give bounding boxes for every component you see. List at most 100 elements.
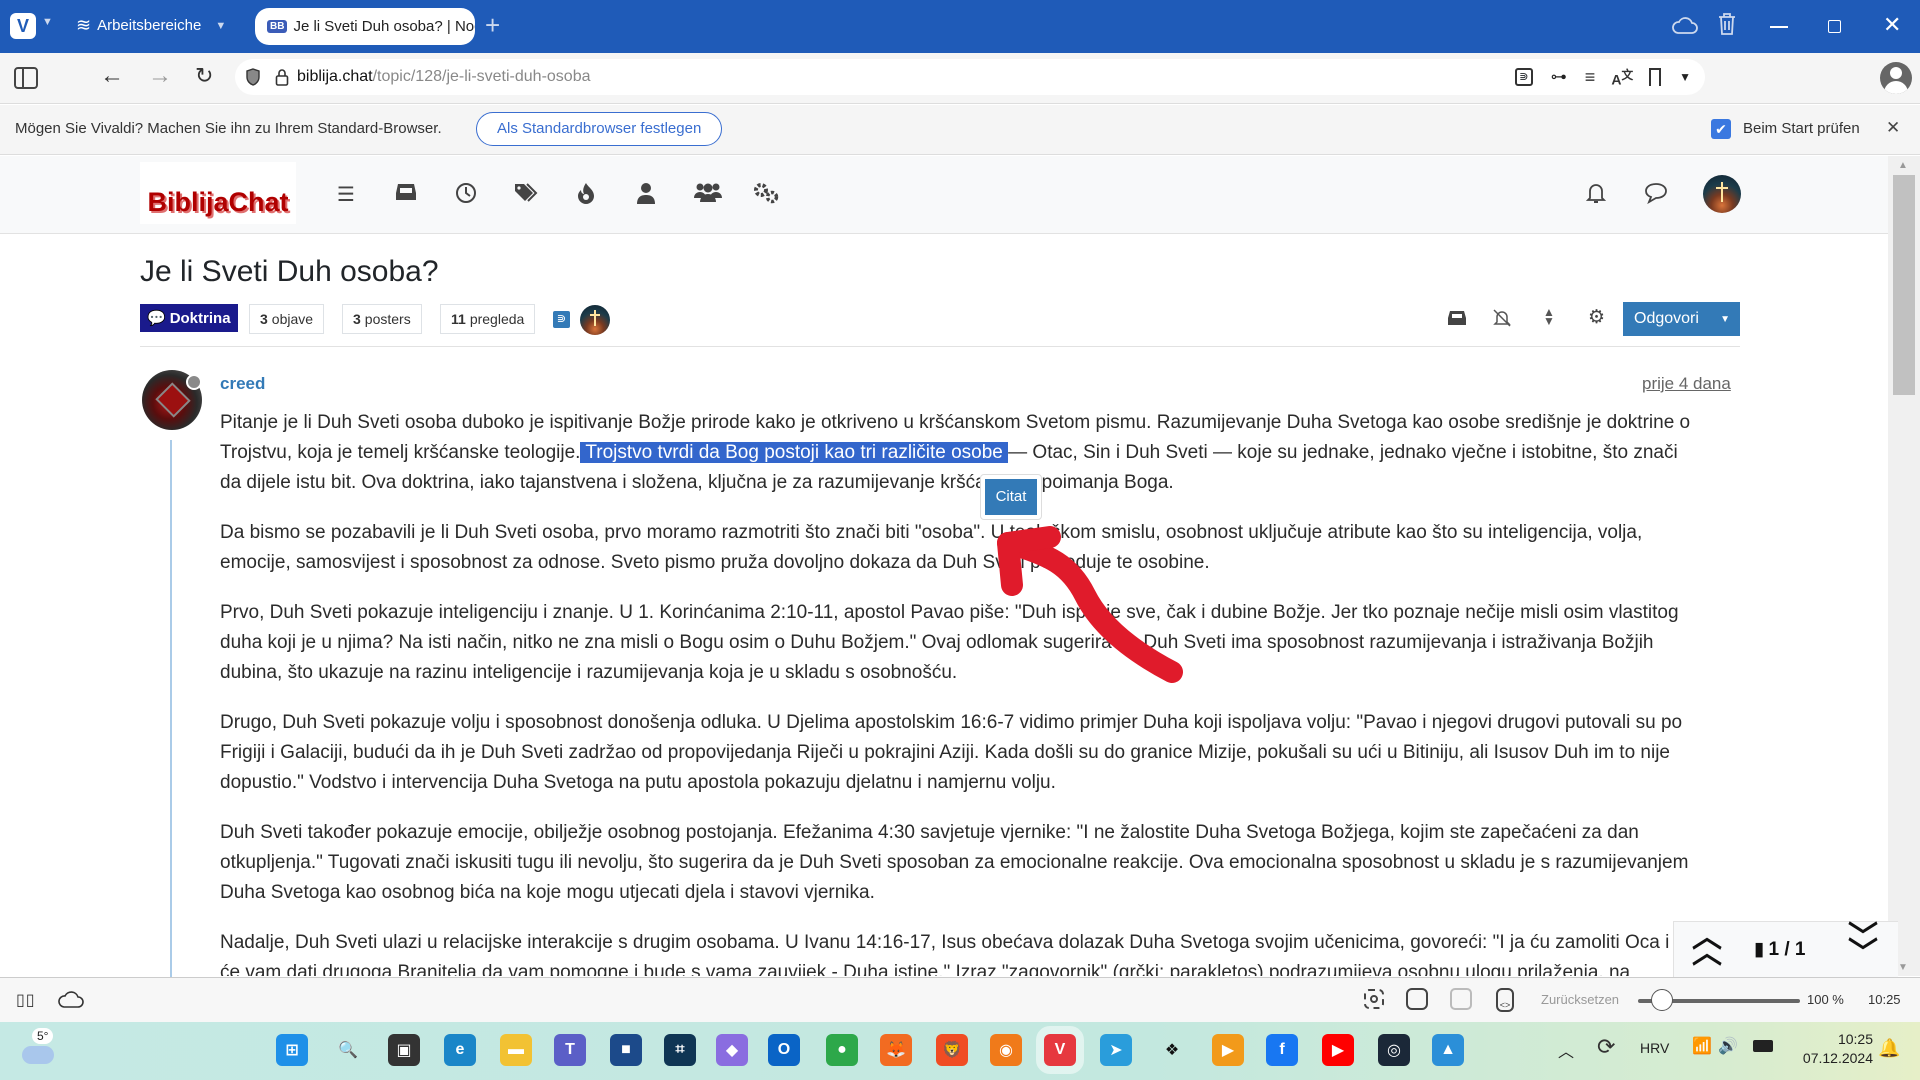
back-arrow-icon[interactable]: ← [100, 62, 124, 90]
category-badge[interactable]: 💬 Doktrina [140, 304, 238, 332]
rss-feed-icon[interactable]: ⋑ [1514, 68, 1533, 86]
post-paragraph-5: Duh Sveti također pokazuje emocije, obil… [220, 818, 1760, 908]
author-username-link[interactable]: creed [220, 374, 265, 394]
bookmark-icon[interactable] [1649, 68, 1662, 86]
capture-icon[interactable] [1364, 989, 1384, 1009]
tray-overflow-chevron-icon[interactable]: ︿ [1558, 1038, 1574, 1062]
taskbar-start-icon[interactable]: ⊞ [276, 1034, 308, 1066]
trash-icon[interactable] [1717, 12, 1737, 36]
weather-widget[interactable]: 5° [22, 1028, 62, 1068]
reload-icon[interactable]: ↻ [195, 63, 213, 89]
set-default-browser-button[interactable]: Als Standardbrowser festlegen [476, 112, 723, 146]
topic-poster-avatar[interactable] [580, 305, 610, 335]
shield-icon[interactable] [245, 68, 261, 86]
p5-line-2: otkupljenja." Tugovati znači iskusiti tu… [220, 852, 1689, 873]
vivaldi-menu-chevron-icon[interactable]: ▼ [42, 16, 53, 28]
taskbar-teams-icon[interactable]: T [554, 1034, 586, 1066]
forward-arrow-icon[interactable]: → [148, 62, 172, 90]
zoom-reset-button[interactable]: Zurücksetzen [1541, 992, 1619, 1007]
sort-icon[interactable]: ▲ ▼ [1543, 306, 1555, 327]
scroll-to-top-icon[interactable]: ︿ ︿ [1692, 923, 1722, 969]
reply-label: Odgovori [1634, 310, 1699, 327]
active-tab[interactable]: BB Je li Sveti Duh osoba? | Noc [255, 8, 475, 45]
reply-dropdown-icon[interactable]: ▼ [1720, 314, 1730, 325]
tags-icon[interactable] [513, 182, 539, 208]
lock-icon[interactable] [275, 68, 289, 86]
list-icon[interactable]: ☰ [333, 182, 359, 208]
taskbar-dropbox-icon[interactable]: ❖ [1156, 1034, 1188, 1066]
user-avatar[interactable] [1703, 175, 1741, 213]
page-actions-icon[interactable]: <> [1496, 988, 1514, 1012]
taskbar-firefox-icon[interactable]: 🦊 [880, 1034, 912, 1066]
scrollbar-thumb[interactable] [1893, 175, 1915, 395]
onedrive-sync-icon[interactable]: ⟳ [1597, 1034, 1615, 1060]
check-on-start-checkbox[interactable]: ✔ [1711, 119, 1731, 139]
taskbar-youtube-icon[interactable]: ▶ [1322, 1034, 1354, 1066]
taskbar-outlook-icon[interactable]: O [768, 1034, 800, 1066]
topic-settings-gear-icon[interactable]: ⚙ [1588, 306, 1605, 329]
inbox-icon[interactable] [393, 182, 419, 208]
panel-tiling-icon[interactable]: ▯▯ [16, 990, 36, 1010]
user-icon[interactable] [633, 182, 659, 208]
close-window-button[interactable]: ✕ [1883, 12, 1901, 38]
dropdown-icon[interactable]: ▼ [1679, 70, 1691, 84]
taskbar-copilot-icon[interactable]: ◆ [716, 1034, 748, 1066]
reader-view-icon[interactable]: ≡ [1585, 67, 1596, 88]
sync-status-cloud-icon[interactable] [58, 988, 84, 1015]
profile-avatar-icon[interactable] [1880, 62, 1912, 94]
taskbar-avast-icon[interactable]: ◉ [990, 1034, 1022, 1066]
taskbar-file-explorer-icon[interactable]: ▬ [500, 1034, 532, 1066]
zoom-slider-handle[interactable] [1651, 989, 1674, 1011]
notifications-off-icon[interactable] [1493, 309, 1511, 332]
taskbar-photos-icon[interactable]: ▲ [1432, 1034, 1464, 1066]
scroll-to-bottom-icon[interactable]: ﹀ ﹀ [1848, 923, 1878, 969]
new-tab-button[interactable]: + [485, 10, 500, 41]
site-logo[interactable]: BiblijaChat [140, 162, 296, 224]
bell-icon[interactable] [1583, 182, 1609, 208]
topic-rss-icon[interactable]: ⋑ [553, 311, 570, 328]
watch-inbox-icon[interactable] [1448, 310, 1466, 331]
wifi-icon[interactable]: 📶 [1692, 1036, 1712, 1056]
taskbar-app-9-icon[interactable]: ⌗ [664, 1034, 696, 1066]
minimize-button[interactable] [1770, 26, 1788, 28]
chat-icon[interactable] [1643, 182, 1669, 208]
taskbar-edge-icon[interactable]: e [444, 1034, 476, 1066]
taskbar-facebook-icon[interactable]: f [1266, 1034, 1298, 1066]
users-icon[interactable] [693, 182, 723, 208]
taskbar-steam-icon[interactable]: ◎ [1378, 1034, 1410, 1066]
page-indicator[interactable]: ▮ 1 / 1 [1754, 938, 1805, 961]
workspaces-button[interactable]: ≋ Arbeitsbereiche ▼ [76, 15, 226, 36]
post-timestamp-link[interactable]: prije 4 dana [1642, 374, 1731, 394]
taskbar-store-icon[interactable]: ■ [610, 1034, 642, 1066]
taskbar-search-icon[interactable]: 🔍 [332, 1034, 364, 1066]
translate-icon[interactable]: A文 [1611, 66, 1633, 88]
notification-bell-icon[interactable]: 🔔 [1878, 1038, 1900, 1059]
taskbar-telegram-icon[interactable]: ➤ [1100, 1034, 1132, 1066]
restore-button[interactable] [1828, 20, 1841, 33]
vivaldi-menu-button[interactable]: V [10, 13, 36, 39]
page-tiling-icon[interactable] [1450, 988, 1472, 1010]
clock-icon[interactable] [453, 182, 479, 208]
fire-icon[interactable] [573, 182, 599, 208]
selected-text[interactable]: Trojstvo tvrdi da Bog postoji kao tri ra… [580, 442, 1009, 463]
battery-icon[interactable] [1753, 1040, 1773, 1052]
close-notification-button[interactable]: ✕ [1886, 118, 1900, 138]
quote-button[interactable]: Citat [985, 479, 1037, 515]
p4-line-2: Frigiji i Galaciji, budući da ih je Duh … [220, 742, 1670, 763]
url-field[interactable]: biblija.chat/topic/128/je-li-sveti-duh-o… [235, 59, 1705, 95]
sync-cloud-icon[interactable] [1672, 14, 1698, 36]
cogs-icon[interactable] [753, 182, 779, 208]
image-toggle-icon[interactable] [1406, 988, 1428, 1010]
taskbar-chrome-icon[interactable]: ● [826, 1034, 858, 1066]
taskbar-vivaldi-icon[interactable]: V [1036, 1026, 1084, 1074]
taskbar-brave-icon[interactable]: 🦁 [936, 1034, 968, 1066]
reply-button[interactable]: Odgovori ▼ [1623, 302, 1740, 336]
volume-icon[interactable]: 🔊 [1718, 1036, 1738, 1056]
key-icon[interactable]: ⊶ [1551, 67, 1567, 87]
taskbar-task-view-icon[interactable]: ▣ [388, 1034, 420, 1066]
panel-toggle-icon[interactable] [14, 67, 38, 89]
taskbar-media-player-icon[interactable]: ▶ [1212, 1034, 1244, 1066]
language-indicator[interactable]: HRV [1640, 1040, 1669, 1056]
taskbar-clock[interactable]: 10:25 07.12.2024 [1793, 1030, 1873, 1068]
zoom-level: 100 % [1807, 992, 1844, 1007]
